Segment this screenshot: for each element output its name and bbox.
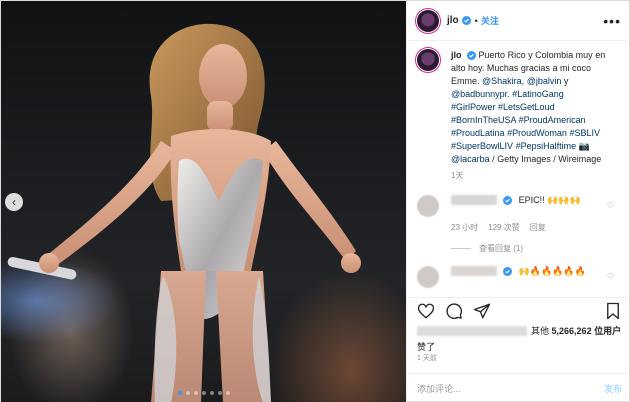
carousel-dot — [217, 391, 222, 395]
verified-badge-icon — [467, 51, 477, 61]
divider — [451, 248, 471, 249]
likes-prefix: 其他 — [531, 326, 550, 336]
verified-badge-icon — [502, 195, 512, 205]
more-icon[interactable]: ••• — [603, 13, 621, 29]
likes-count[interactable]: 5,266,262 — [552, 326, 592, 336]
likes-liked-label: 赞了 — [417, 342, 436, 352]
avatar[interactable] — [417, 195, 439, 217]
comment-text: EPIC!! 🙌🙌🙌 — [518, 195, 581, 205]
caption-username[interactable]: jlo — [451, 50, 462, 60]
carousel-prev-button[interactable]: ‹ — [5, 193, 23, 211]
carousel-dot — [193, 391, 198, 395]
add-comment-input[interactable] — [417, 383, 604, 394]
caption-line: #BornInTheUSA #ProudAmerican — [451, 115, 586, 125]
heart-icon[interactable] — [417, 302, 435, 320]
comment-like-heart-icon[interactable]: ♡ — [607, 201, 614, 210]
carousel-dot — [225, 391, 230, 395]
caption-line: @lacarba / Getty Images / Wireimage — [451, 154, 602, 164]
comment-username-redacted[interactable] — [451, 195, 497, 206]
header-separator: • — [474, 15, 478, 26]
caption-line: #ProudLatina #ProudWoman #SBLIV — [451, 128, 600, 138]
caption-line: #GirlPower #LetsGetLoud — [451, 102, 555, 112]
bookmark-icon[interactable] — [604, 302, 622, 320]
carousel-dot — [209, 391, 214, 395]
avatar[interactable] — [417, 49, 439, 71]
comment-item: 🙌🔥🔥🔥🔥🔥 ♡ — [417, 266, 622, 288]
likes-summary: 其他 5,266,262 位用户 赞了 — [417, 324, 627, 353]
view-replies-label: 查看回复 (1) — [479, 244, 523, 253]
caption-line: Puerto Rico y Colombia muy en — [478, 50, 606, 60]
comment-body: EPIC!! 🙌🙌🙌 — [439, 195, 581, 217]
comment-item: EPIC!! 🙌🙌🙌 ♡ — [417, 195, 622, 217]
avatar[interactable] — [417, 266, 439, 288]
follow-button[interactable]: 关注 — [481, 14, 499, 27]
carousel-dots — [1, 391, 406, 395]
comments-list: jlo Puerto Rico y Colombia muy en alto ho… — [407, 49, 630, 288]
caption-body: Puerto Rico y Colombia muy en alto hoy. M… — [451, 50, 605, 164]
caption: jlo Puerto Rico y Colombia muy en alto ho… — [417, 49, 622, 166]
header-username[interactable]: jlo — [447, 15, 459, 26]
post-actions — [407, 297, 630, 323]
instagram-post-modal: ‹ jlo • 关注 ••• jlo Puerto Rico y Colombi… — [0, 0, 630, 402]
caption-line: alto hoy. Muchas gracias a mi coco — [451, 63, 592, 73]
comment-body: 🙌🔥🔥🔥🔥🔥 — [439, 266, 586, 288]
add-comment-bar: 发布 — [407, 373, 630, 402]
verified-badge-icon — [461, 16, 471, 25]
comment-icon[interactable] — [445, 302, 463, 320]
post-header: jlo • 关注 ••• — [407, 1, 630, 41]
caption-age: 1天 — [451, 171, 464, 180]
chevron-left-icon: ‹ — [12, 195, 16, 209]
comment-time: 23 小时 — [451, 223, 479, 232]
post-photo[interactable]: ‹ — [1, 1, 406, 402]
caption-text: jlo Puerto Rico y Colombia muy en alto ho… — [451, 49, 611, 166]
avatar[interactable] — [417, 9, 439, 32]
caption-line: Emme. @Shakira, @jbalvin y — [451, 76, 569, 86]
post-sidebar: jlo • 关注 ••• jlo Puerto Rico y Colombia … — [406, 1, 630, 402]
comment-text: 🙌🔥🔥🔥🔥🔥 — [518, 266, 586, 276]
likes-suffix[interactable]: 位用户 — [594, 324, 621, 337]
comment-reply-button[interactable]: 回复 — [530, 222, 546, 233]
caption-line: #SuperBowlLIV #PepsiHalftime 📷 — [451, 141, 590, 151]
post-timestamp[interactable]: 1 天前 — [417, 353, 437, 363]
carousel-dot — [201, 391, 206, 395]
share-icon[interactable] — [473, 302, 491, 320]
caption-line: @badbunnypr. #LatinoGang — [451, 89, 564, 99]
comment-like-heart-icon[interactable]: ♡ — [607, 272, 614, 281]
liked-by-users-redacted[interactable] — [417, 325, 527, 336]
comment-likes[interactable]: 129 次赞 — [488, 222, 520, 233]
view-replies-button[interactable]: 查看回复 (1) — [451, 243, 622, 254]
carousel-dot — [177, 391, 182, 395]
performer-illustration — [7, 23, 361, 402]
verified-badge-icon — [502, 266, 512, 276]
comment-username-redacted[interactable] — [451, 266, 497, 277]
post-comment-button[interactable]: 发布 — [604, 382, 622, 395]
carousel-dot — [185, 391, 190, 395]
comment-meta: 23 小时 129 次赞 回复 — [451, 222, 622, 233]
